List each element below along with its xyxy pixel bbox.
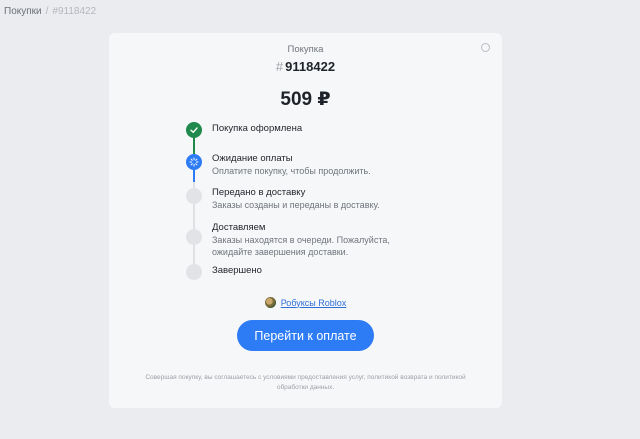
step-active-dot xyxy=(186,154,202,170)
purchase-card: Покупка #9118422 509 ₽ Покупка оформлена xyxy=(109,33,502,408)
breadcrumb: Покупки / #9118422 xyxy=(4,6,96,17)
spinner-icon xyxy=(189,157,199,167)
product-row: Робуксы Roblox xyxy=(109,297,502,308)
breadcrumb-current: #9118422 xyxy=(52,6,97,17)
step-title: Передано в доставку xyxy=(212,187,306,198)
purchase-kind-label: Покупка xyxy=(287,44,324,55)
step-done-dot xyxy=(186,122,202,138)
breadcrumb-parent[interactable]: Покупки xyxy=(4,6,42,17)
step-description: Заказы находятся в очереди. Пожалуйста, … xyxy=(212,235,390,257)
step-title: Доставляем xyxy=(212,222,266,233)
order-id: #9118422 xyxy=(109,59,502,74)
step-pending-dot xyxy=(186,229,202,245)
agreement-text: Совершая покупку, вы соглашаетесь с усло… xyxy=(145,374,466,391)
step-pending-dot xyxy=(186,188,202,204)
go-to-payment-button[interactable]: Перейти к оплате xyxy=(237,320,374,351)
step-title: Завершено xyxy=(212,265,262,276)
step-description: Заказы созданы и переданы в доставку. xyxy=(212,200,380,210)
breadcrumb-separator: / xyxy=(45,6,49,17)
page: Покупки / #9118422 Покупка #9118422 509 … xyxy=(0,0,640,439)
order-price: 509 ₽ xyxy=(280,89,331,110)
order-number: 9118422 xyxy=(285,59,336,74)
step-description: Оплатите покупку, чтобы продолжить. xyxy=(212,166,371,176)
step-title: Ожидание оплаты xyxy=(212,153,293,164)
product-link[interactable]: Робуксы Roblox xyxy=(281,298,347,308)
order-hash: # xyxy=(275,59,284,74)
step-pending-dot xyxy=(186,264,202,280)
roblox-thumbnail-icon xyxy=(264,297,276,308)
step-title: Покупка оформлена xyxy=(212,123,303,134)
check-icon xyxy=(190,127,198,133)
